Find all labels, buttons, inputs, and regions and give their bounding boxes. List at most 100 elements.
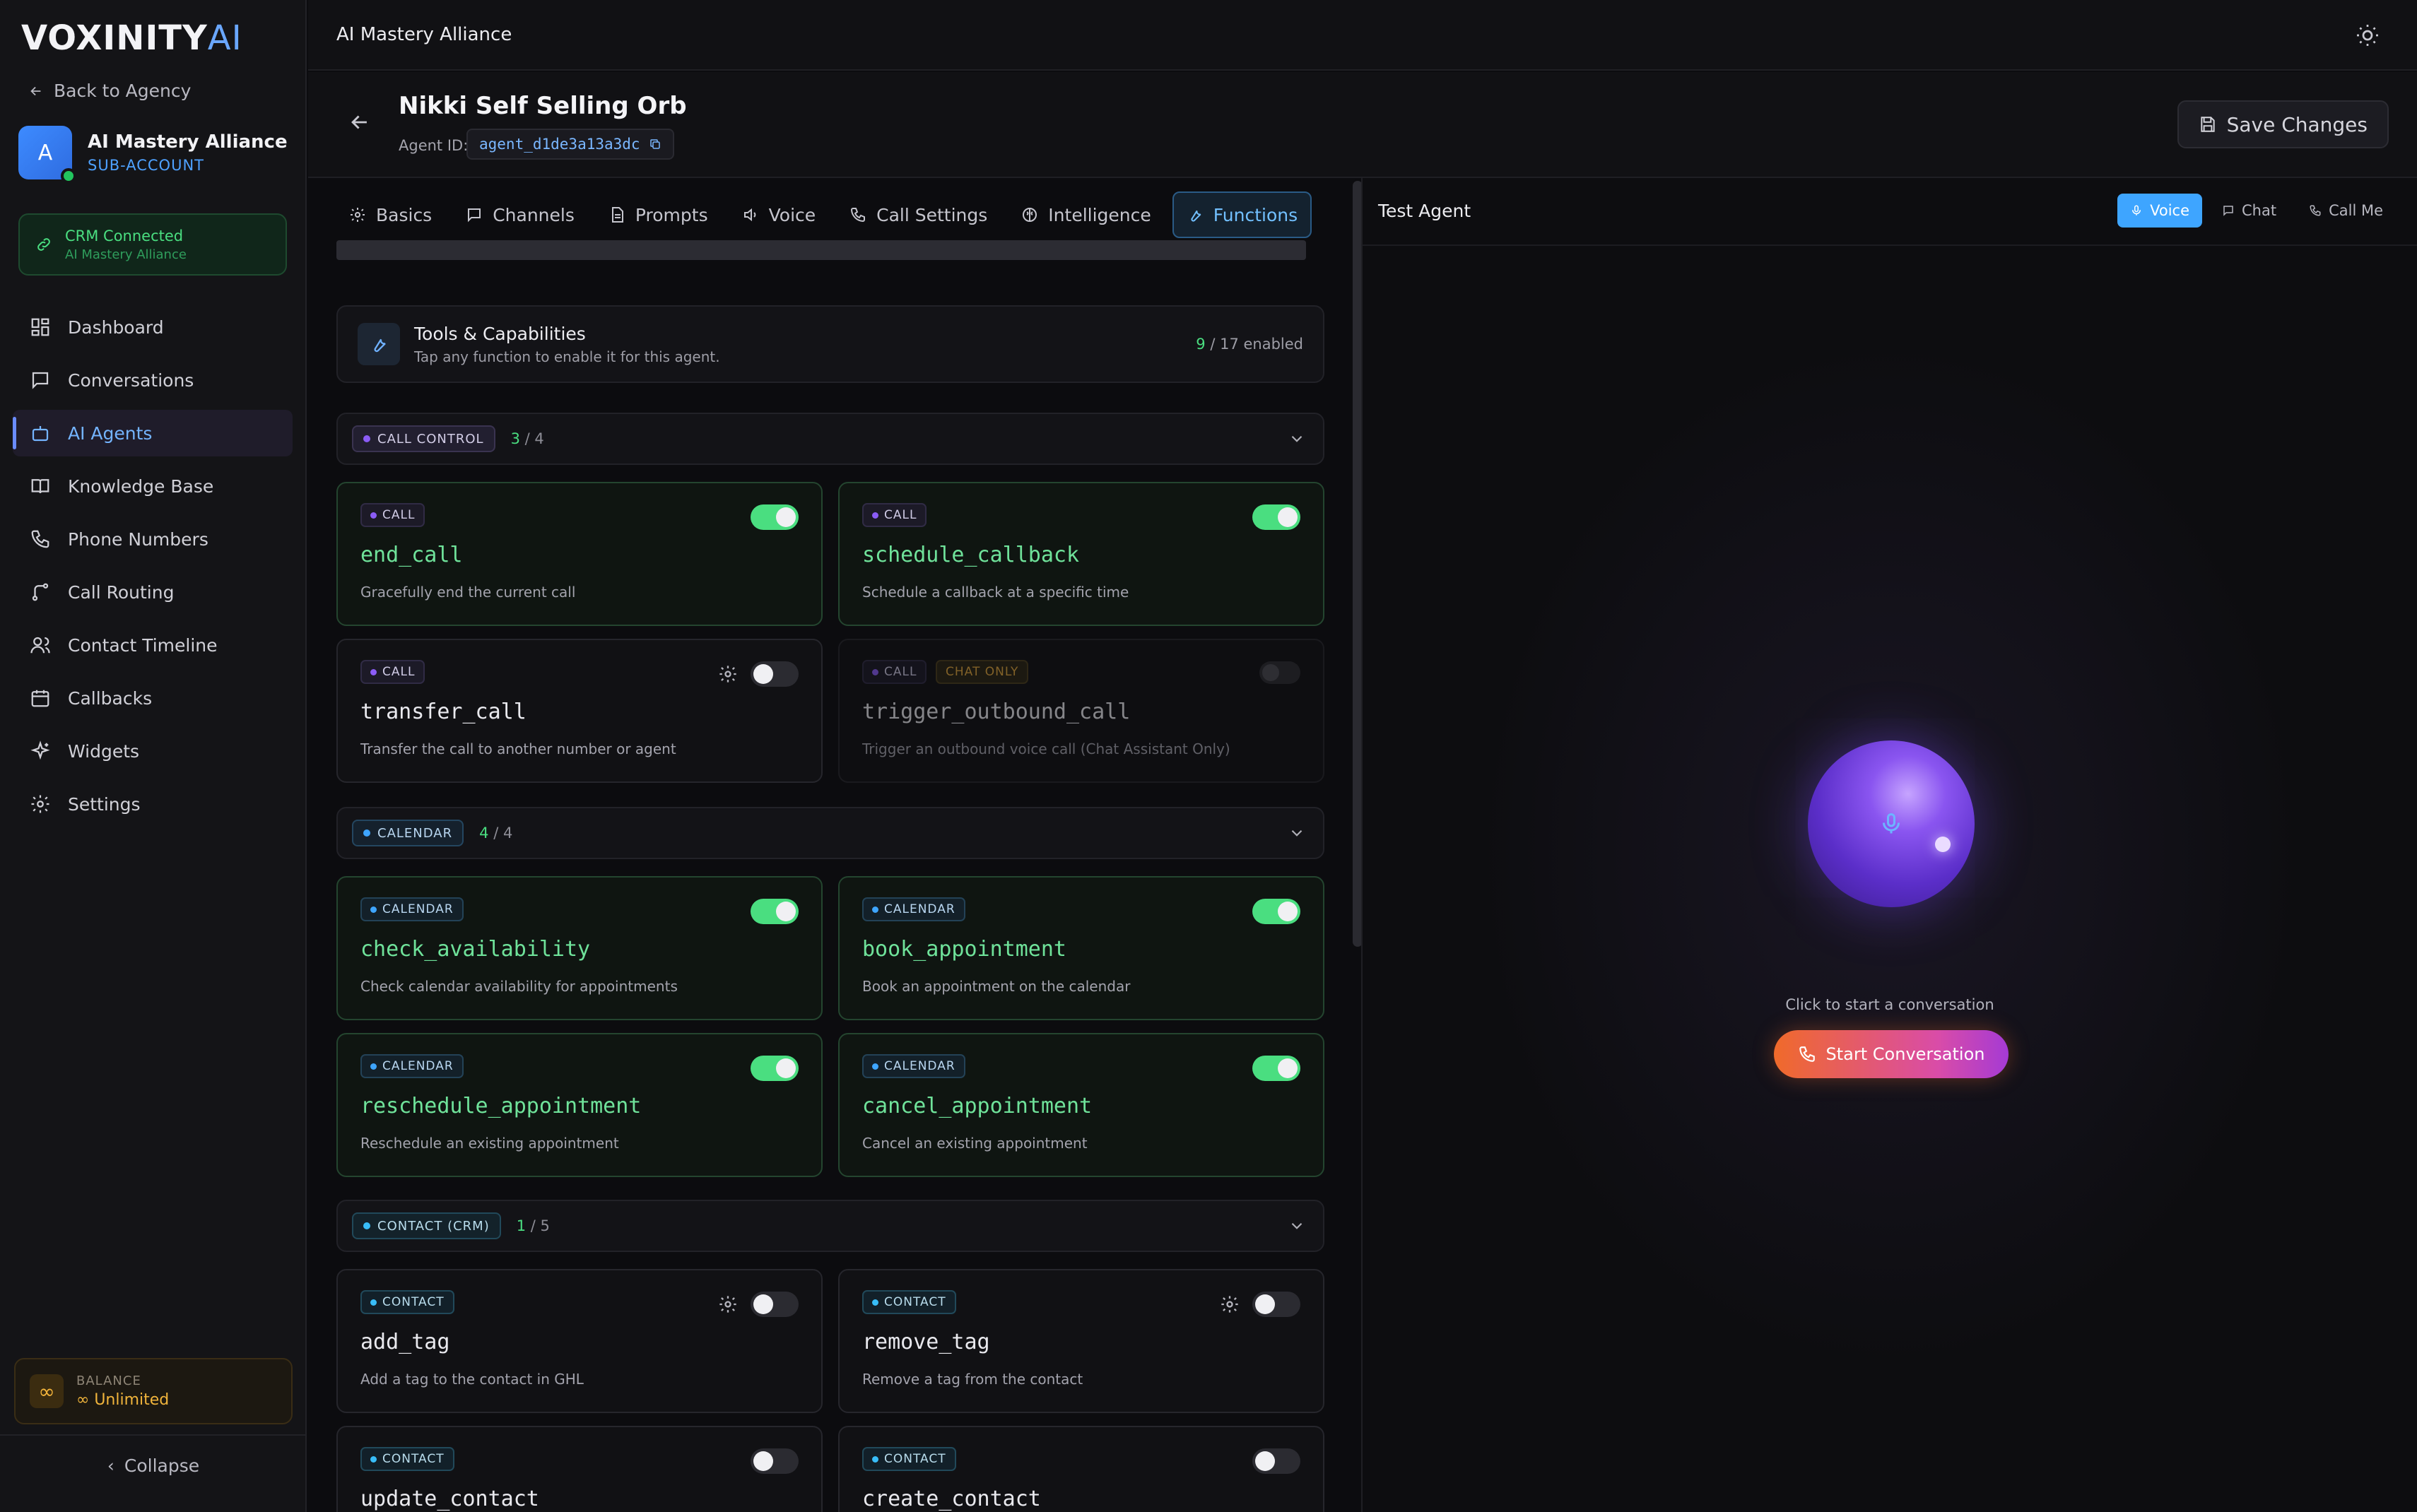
function-description: Transfer the call to another number or a… — [360, 740, 676, 757]
infinity-icon: ∞ — [30, 1374, 64, 1408]
sidebar-item-widgets[interactable]: Widgets — [13, 728, 293, 774]
sidebar-item-call-routing[interactable]: Call Routing — [13, 569, 293, 615]
arrow-left-icon — [28, 83, 44, 99]
function-tag: CALL — [360, 503, 425, 527]
account-switcher[interactable]: A AI Mastery Alliance SUB-ACCOUNT — [18, 126, 288, 184]
sidebar-item-settings[interactable]: Settings — [13, 781, 293, 827]
function-toggle[interactable] — [751, 504, 799, 530]
tools-subtitle: Tap any function to enable it for this a… — [414, 348, 720, 365]
function-toggle[interactable] — [751, 899, 799, 924]
sidebar-item-knowledge-base[interactable]: Knowledge Base — [13, 463, 293, 509]
function-card-trigger-outbound-call[interactable]: CALL CHAT ONLY trigger_outbound_call Tri… — [838, 639, 1324, 783]
section-calendar[interactable]: CALENDAR 4 / 4 — [336, 807, 1324, 859]
sidebar-item-callbacks[interactable]: Callbacks — [13, 675, 293, 721]
tab-call-settings[interactable]: Call Settings — [837, 191, 1000, 238]
book-icon — [30, 476, 51, 497]
collapse-sidebar-button[interactable]: ‹ Collapse — [0, 1455, 307, 1476]
function-card-book-appointment[interactable]: CALENDAR book_appointment Book an appoin… — [838, 876, 1324, 1020]
gear-icon — [30, 793, 51, 815]
balance-card[interactable]: ∞ BALANCE ∞ Unlimited — [14, 1358, 293, 1424]
tab-intelligence[interactable]: Intelligence — [1008, 191, 1163, 238]
function-name: check_availability — [360, 937, 591, 962]
back-arrow-icon[interactable] — [348, 110, 372, 134]
function-name: trigger_outbound_call — [862, 699, 1131, 724]
mode-chat-button[interactable]: Chat — [2209, 194, 2289, 228]
brain-icon — [1021, 206, 1038, 223]
mode-voice-button[interactable]: Voice — [2117, 194, 2202, 228]
function-card-reschedule-appointment[interactable]: CALENDAR reschedule_appointment Reschedu… — [336, 1033, 823, 1177]
chevron-down-icon[interactable] — [1288, 430, 1306, 448]
function-description: Trigger an outbound voice call (Chat Ass… — [862, 740, 1230, 757]
sidebar-item-label: Phone Numbers — [68, 528, 208, 550]
function-card-end-call[interactable]: CALL end_call Gracefully end the current… — [336, 482, 823, 626]
function-toggle[interactable] — [1252, 899, 1300, 924]
chevron-down-icon[interactable] — [1288, 1217, 1306, 1235]
function-card-check-availability[interactable]: CALENDAR check_availability Check calend… — [336, 876, 823, 1020]
gear-icon[interactable] — [718, 664, 738, 684]
function-tag: CONTACT — [360, 1290, 454, 1314]
function-toggle[interactable] — [1252, 1448, 1300, 1474]
start-conversation-button[interactable]: Start Conversation — [1774, 1030, 2009, 1078]
function-toggle[interactable] — [1252, 504, 1300, 530]
function-tag: CALL — [360, 660, 425, 684]
phone-icon — [1798, 1045, 1816, 1063]
tab-basics[interactable]: Basics — [336, 191, 445, 238]
gear-icon[interactable] — [1220, 1294, 1240, 1314]
tools-title: Tools & Capabilities — [414, 323, 586, 344]
agent-id-chip[interactable]: agent_d1de3a13a3dc — [466, 129, 674, 160]
function-toggle[interactable] — [751, 1056, 799, 1081]
function-card-update-contact[interactable]: CONTACT update_contact — [336, 1426, 823, 1512]
sidebar-item-label: Dashboard — [68, 317, 164, 338]
agent-id-value: agent_d1de3a13a3dc — [479, 136, 640, 153]
test-mode-switch: Voice Chat Call Me — [2117, 194, 2396, 228]
function-toggle[interactable] — [751, 1292, 799, 1317]
function-card-remove-tag[interactable]: CONTACT remove_tag Remove a tag from the… — [838, 1269, 1324, 1413]
function-description: Schedule a callback at a specific time — [862, 584, 1129, 601]
function-name: book_appointment — [862, 937, 1066, 962]
function-card-add-tag[interactable]: CONTACT add_tag Add a tag to the contact… — [336, 1269, 823, 1413]
function-toggle[interactable] — [751, 661, 799, 687]
tab-prompts[interactable]: Prompts — [596, 191, 721, 238]
back-to-agency-link[interactable]: Back to Agency — [28, 81, 191, 101]
section-call-control[interactable]: CALL CONTROL 3 / 4 — [336, 413, 1324, 465]
function-card-transfer-call[interactable]: CALL transfer_call Transfer the call to … — [336, 639, 823, 783]
function-description: Reschedule an existing appointment — [360, 1135, 619, 1152]
function-toggle[interactable] — [1252, 1056, 1300, 1081]
sidebar-item-conversations[interactable]: Conversations — [13, 357, 293, 403]
agent-name: Nikki Self Selling Orb — [399, 92, 687, 120]
workspace-title: AI Mastery Alliance — [336, 24, 512, 45]
test-agent-panel: Test Agent Voice Chat Call Me Click to s… — [1361, 178, 2417, 1512]
function-name: end_call — [360, 543, 463, 567]
sidebar-item-label: Conversations — [68, 370, 194, 391]
tab-channels[interactable]: Channels — [453, 191, 587, 238]
function-card-create-contact[interactable]: CONTACT create_contact — [838, 1426, 1324, 1512]
phone-icon — [30, 528, 51, 550]
copy-icon[interactable] — [649, 138, 661, 150]
section-contact-crm[interactable]: CONTACT (CRM) 1 / 5 — [336, 1200, 1324, 1252]
function-toggle[interactable] — [751, 1448, 799, 1474]
gear-icon[interactable] — [718, 1294, 738, 1314]
sidebar-item-dashboard[interactable]: Dashboard — [13, 304, 293, 350]
theme-toggle-sun-icon[interactable] — [2355, 23, 2380, 48]
sidebar-item-label: Widgets — [68, 740, 140, 762]
agent-tabs: Basics Channels Prompts Voice Call Setti… — [336, 189, 1322, 240]
function-card-schedule-callback[interactable]: CALL schedule_callback Schedule a callba… — [838, 482, 1324, 626]
function-description: Remove a tag from the contact — [862, 1371, 1083, 1388]
tabs-scrollbar[interactable] — [336, 240, 1306, 260]
crm-status[interactable]: CRM Connected AI Mastery Alliance — [18, 213, 287, 276]
tab-voice[interactable]: Voice — [729, 191, 829, 238]
function-tag: CALENDAR — [360, 1054, 464, 1078]
wrench-icon — [358, 323, 400, 365]
sidebar-item-contact-timeline[interactable]: Contact Timeline — [13, 622, 293, 668]
tab-functions[interactable]: Functions — [1172, 191, 1312, 238]
voice-orb[interactable] — [1808, 740, 1975, 907]
chevron-down-icon[interactable] — [1288, 824, 1306, 842]
save-changes-button[interactable]: Save Changes — [2177, 100, 2389, 148]
function-toggle[interactable] — [1252, 1292, 1300, 1317]
sidebar-item-phone-numbers[interactable]: Phone Numbers — [13, 516, 293, 562]
app-logo[interactable]: VOXINITYAI — [21, 18, 242, 58]
mode-call-me-button[interactable]: Call Me — [2296, 194, 2396, 228]
test-agent-title: Test Agent — [1378, 201, 1471, 221]
sidebar-item-ai-agents[interactable]: AI Agents — [13, 410, 293, 456]
function-card-cancel-appointment[interactable]: CALENDAR cancel_appointment Cancel an ex… — [838, 1033, 1324, 1177]
